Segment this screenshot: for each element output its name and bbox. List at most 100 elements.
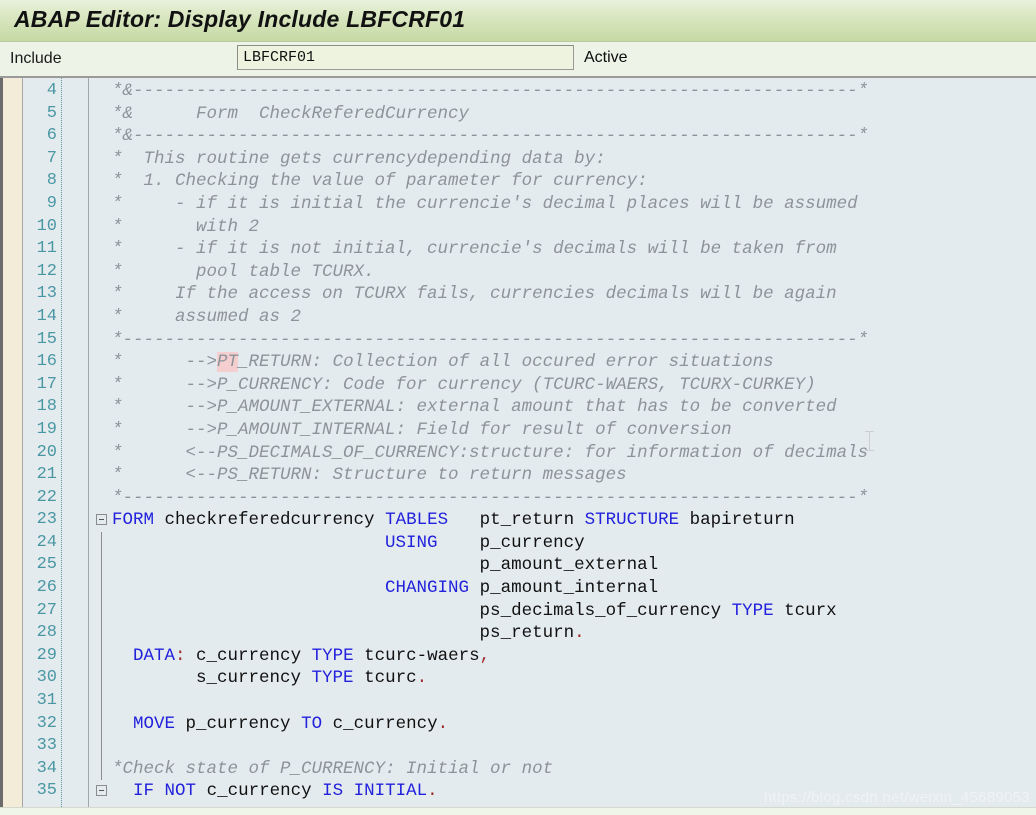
comment-text: * <--PS_RETURN: Structure to return mess… [112, 465, 627, 486]
page-title: ABAP Editor: Display Include LBFCRF01 [14, 6, 466, 32]
code-line[interactable]: 25 p_amount_external [0, 554, 1036, 578]
code-lines: 4 *&-------------------------------------… [0, 80, 1036, 803]
fold-guide-line [101, 531, 102, 555]
code-text: p_amount_external [112, 555, 659, 576]
code-text: ps_decimals_of_currency TYPE tcurx [112, 600, 837, 621]
code-line[interactable]: 4 *&-------------------------------------… [0, 80, 1036, 103]
fold-guide-line [101, 735, 102, 758]
code-text: FORM checkreferedcurrency TABLES pt_retu… [112, 510, 795, 531]
fold-guide-line [101, 690, 102, 713]
line-number: 5 [46, 103, 57, 123]
code-line[interactable]: 21 * <--PS_RETURN: Structure to return me… [0, 464, 1036, 487]
code-line[interactable]: 19 * -->P_AMOUNT_INTERNAL: Field for resu… [0, 419, 1036, 442]
line-number: 22 [36, 487, 57, 507]
code-line[interactable]: 11 * - if it is not initial, currencie's … [0, 238, 1036, 261]
comment-text: *&--------------------------------------… [112, 126, 869, 147]
code-line[interactable]: 14 * assumed as 2 [0, 306, 1036, 329]
line-number: 33 [36, 736, 57, 756]
fold-guide-line [101, 644, 102, 668]
fold-collapse-icon[interactable] [96, 785, 107, 797]
line-number: 4 [46, 81, 57, 100]
fold-guide-line [101, 667, 102, 691]
code-line[interactable]: 27 ps_decimals_of_currency TYPE tcurx [0, 599, 1036, 623]
comment-text: * -->P_CURRENCY: Code for currency (TCUR… [112, 374, 816, 395]
line-number: 32 [36, 713, 57, 733]
fold-guide-line [101, 599, 102, 623]
code-line[interactable]: 30 s_currency TYPE tcurc. [0, 667, 1036, 691]
code-line[interactable]: 10 * with 2 [0, 216, 1036, 239]
line-number: 8 [46, 171, 57, 191]
line-number: 11 [36, 239, 57, 259]
code-line[interactable]: 13 * If the access on TCURX fails, curren… [0, 283, 1036, 306]
comment-text: * If the access on TCURX fails, currenci… [112, 284, 837, 305]
line-number: 18 [36, 397, 57, 417]
line-number: 17 [36, 374, 57, 394]
include-label: Include [10, 50, 62, 67]
line-number: 31 [36, 691, 57, 711]
comment-text: * assumed as 2 [112, 306, 302, 327]
code-line[interactable]: 26 CHANGING p_amount_internal [0, 577, 1036, 600]
line-number: 35 [36, 781, 57, 801]
comment-text: * - if it is not initial, currencie's de… [112, 239, 837, 260]
code-line[interactable]: 7 * This routine gets currencydepending d… [0, 148, 1036, 171]
code-line[interactable]: 8 * 1. Checking the value of parameter fo… [0, 170, 1036, 193]
code-line[interactable]: 29 DATA: c_currency TYPE tcurc-waers, [0, 644, 1036, 668]
comment-text: * -->P_AMOUNT_EXTERNAL: external amount … [112, 397, 837, 418]
code-line[interactable]: 5 *& Form CheckReferedCurrency [0, 103, 1036, 126]
line-number: 30 [36, 668, 57, 688]
comment-text: *& Form CheckReferedCurrency [112, 103, 470, 124]
include-toolbar: Include Active [0, 42, 1036, 78]
window-title-bar: ABAP Editor: Display Include LBFCRF01 [0, 0, 1036, 42]
code-line[interactable]: 18 * -->P_AMOUNT_EXTERNAL: external amoun… [0, 396, 1036, 419]
code-line[interactable]: 9 * - if it is initial the currencie's de… [0, 193, 1036, 216]
code-line[interactable]: 15 *-------------------------------------… [0, 329, 1036, 352]
comment-text: *&--------------------------------------… [112, 81, 869, 101]
code-line[interactable]: 28 ps_return. [0, 622, 1036, 645]
line-number: 6 [46, 126, 57, 146]
code-text: s_currency TYPE tcurc. [112, 668, 428, 689]
status-badge: Active [584, 49, 628, 66]
line-number: 10 [36, 216, 57, 236]
code-line[interactable]: 20 * <--PS_DECIMALS_OF_CURRENCY:structure… [0, 442, 1036, 465]
code-line[interactable]: 32 MOVE p_currency TO c_currency. [0, 712, 1036, 736]
code-line[interactable]: 17 * -->P_CURRENCY: Code for currency (TC… [0, 374, 1036, 397]
code-line[interactable]: 22 *-------------------------------------… [0, 487, 1036, 510]
text-caret [865, 431, 874, 451]
code-text: USING p_currency [385, 532, 585, 553]
comment-text: *---------------------------------------… [112, 329, 869, 350]
editor-bottom-edge [0, 807, 1036, 815]
code-line[interactable]: 33 [0, 735, 1036, 758]
code-line[interactable]: 6 *&-------------------------------------… [0, 125, 1036, 148]
line-number: 9 [46, 193, 57, 213]
include-input[interactable] [237, 45, 574, 70]
comment-text: * -->PT_RETURN: Collection of all occure… [112, 352, 774, 373]
code-line[interactable]: 31 [0, 690, 1036, 713]
code-line[interactable]: 23 FORM checkreferedcurrency TABLES pt_re… [0, 509, 1036, 532]
line-number: 23 [36, 510, 57, 530]
code-text: CHANGING p_amount_internal [385, 578, 659, 599]
fold-guide-line [101, 622, 102, 645]
fold-guide-line [101, 554, 102, 578]
line-number: 34 [36, 758, 57, 778]
comment-text: * - if it is initial the currencie's dec… [112, 193, 858, 214]
comment-text: * with 2 [112, 216, 260, 237]
code-line[interactable]: 12 * pool table TCURX. [0, 261, 1036, 284]
line-number: 16 [36, 352, 57, 372]
code-editor[interactable]: 4 *&-------------------------------------… [0, 78, 1036, 815]
code-line[interactable]: 34 *Check state of P_CURRENCY: Initial or… [0, 757, 1036, 781]
code-text: MOVE p_currency TO c_currency. [133, 713, 449, 734]
code-line[interactable]: 35 IF NOT c_currency IS INITIAL. [0, 780, 1036, 803]
fold-guide-line [101, 712, 102, 736]
line-number: 29 [36, 645, 57, 665]
line-number: 13 [36, 284, 57, 304]
code-line[interactable]: 24 USING p_currency [0, 531, 1036, 555]
line-number: 7 [46, 148, 57, 168]
code-line[interactable]: 16 * -->PT_RETURN: Collection of all occu… [0, 351, 1036, 374]
fold-guide-line [101, 757, 102, 781]
line-number: 15 [36, 329, 57, 349]
line-number: 26 [36, 578, 57, 598]
fold-collapse-icon[interactable] [96, 514, 107, 526]
code-text: ps_return. [112, 623, 585, 644]
line-number: 19 [36, 419, 57, 439]
comment-text: * pool table TCURX. [112, 261, 375, 282]
